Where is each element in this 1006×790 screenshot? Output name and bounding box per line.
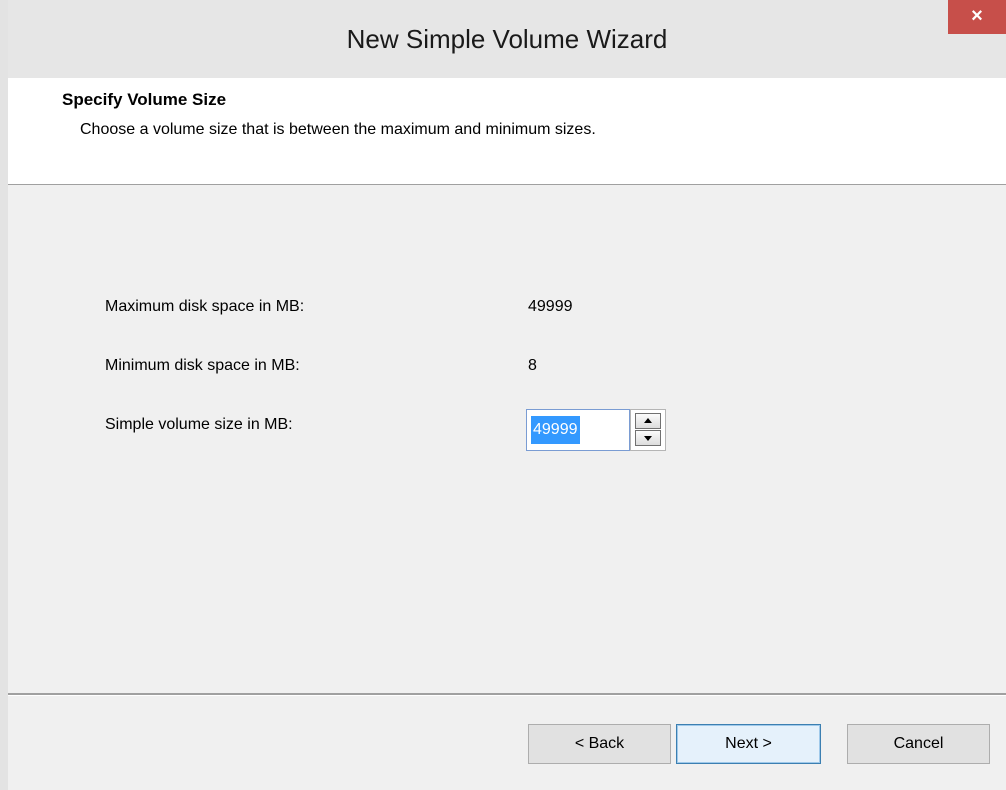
- volume-size-value: 49999: [531, 416, 580, 444]
- wizard-header: Specify Volume Size Choose a volume size…: [8, 78, 1006, 185]
- min-disk-space-label: Minimum disk space in MB:: [105, 357, 300, 374]
- volume-size-input[interactable]: 49999: [526, 409, 630, 451]
- page-title: Specify Volume Size: [62, 90, 227, 109]
- decrement-button[interactable]: [635, 430, 661, 446]
- next-button[interactable]: Next >: [676, 724, 821, 764]
- back-button[interactable]: < Back: [528, 724, 671, 764]
- volume-size-stepper: [630, 409, 666, 451]
- footer-separator: [8, 693, 1006, 696]
- arrow-up-icon: [644, 418, 652, 423]
- window-left-edge: [0, 0, 8, 790]
- arrow-down-icon: [644, 436, 652, 441]
- close-icon: ×: [971, 5, 983, 27]
- window-title: New Simple Volume Wizard: [346, 24, 668, 54]
- min-disk-space-value: 8: [528, 357, 537, 374]
- volume-size-label: Simple volume size in MB:: [105, 416, 293, 433]
- max-disk-space-label: Maximum disk space in MB:: [105, 298, 305, 315]
- increment-button[interactable]: [635, 413, 661, 429]
- page-subtitle: Choose a volume size that is between the…: [80, 121, 596, 138]
- wizard-window: New Simple Volume Wizard × Specify Volum…: [0, 0, 1006, 790]
- max-disk-space-value: 49999: [528, 298, 573, 315]
- close-button[interactable]: ×: [948, 0, 1006, 34]
- cancel-button[interactable]: Cancel: [847, 724, 990, 764]
